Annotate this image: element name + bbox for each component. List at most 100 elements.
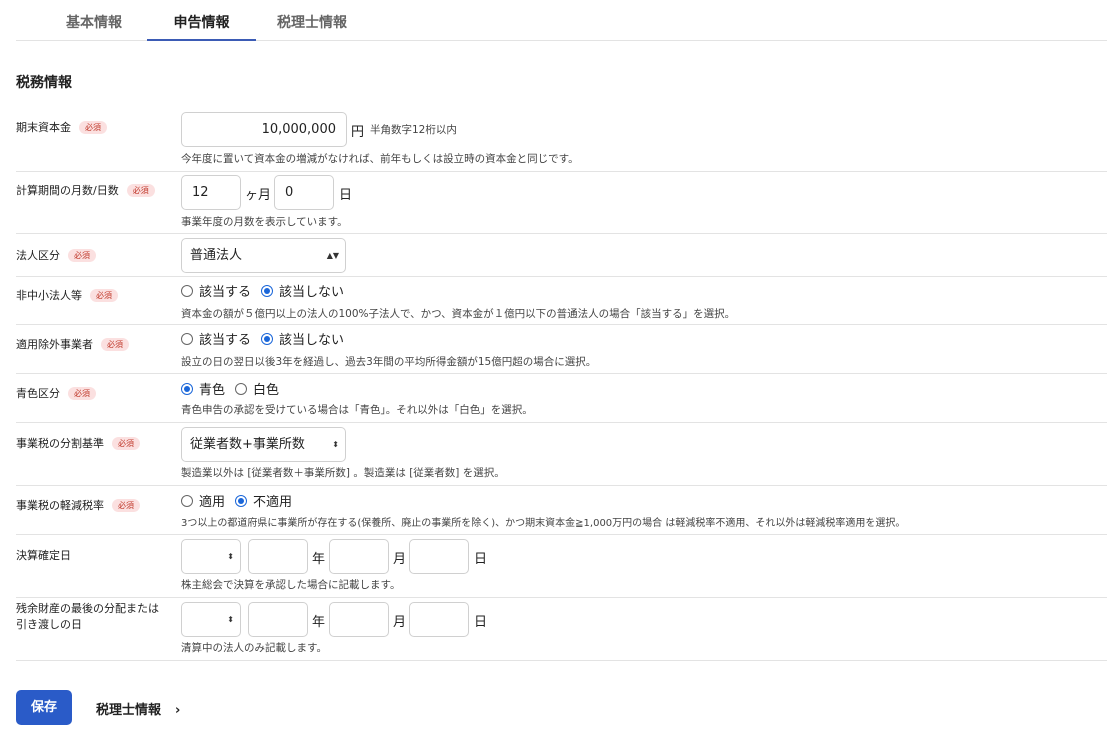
required-badge: 必須: [90, 289, 118, 302]
year-unit: 年: [312, 615, 326, 630]
option-label: 該当しない: [279, 285, 345, 300]
day-unit: 日: [474, 552, 488, 567]
row-non-sme: 非中小法人等 必須 該当する 該当しない 資本金の額が５億円以上の法人の100%子…: [16, 277, 1107, 325]
non-sme-help: 資本金の額が５億円以上の法人の100%子法人で、かつ、資本金が１億円以下の普通法…: [181, 308, 736, 320]
next-tab-label: 税理士情報: [96, 703, 162, 718]
day-unit: 日: [474, 615, 488, 630]
split-basis-select[interactable]: 従業者数+事業所数 ⬍: [181, 427, 346, 462]
reduced-rate-option-apply[interactable]: 適用: [181, 491, 225, 510]
blue-option-blue[interactable]: 青色: [181, 379, 225, 398]
radio-checked-icon: [181, 383, 193, 395]
next-tab-link[interactable]: 税理士情報 ›: [96, 699, 180, 718]
exempt-help: 設立の日の翌日以後3年を経過し、過去3年間の平均所得金額が15億円超の場合に選択…: [181, 356, 597, 368]
split-basis-help: 製造業以外は [従業者数＋事業所数] 。製造業は [従業者数] を選択。: [181, 467, 505, 479]
required-badge: 必須: [68, 387, 96, 400]
radio-checked-icon: [261, 285, 273, 297]
capital-help: 今年度に置いて資本金の増減がなければ、前年もしくは設立時の資本金と同じです。: [181, 153, 579, 165]
settlement-year-input[interactable]: [248, 539, 308, 574]
capital-unit: 円: [351, 125, 365, 140]
months-unit: ヶ月: [245, 188, 272, 203]
capital-input[interactable]: 10,000,000: [181, 112, 347, 147]
reduced-rate-label: 事業税の軽減税率: [16, 499, 104, 512]
capital-note: 半角数字12桁以内: [370, 124, 457, 136]
exempt-label: 適用除外事業者: [16, 338, 93, 351]
reduced-rate-help: 3つ以上の都道府県に事業所が存在する(保養所、廃止の事業所を除く)、かつ期末資本…: [181, 518, 906, 529]
row-exempt: 適用除外事業者 必須 該当する 該当しない 設立の日の翌日以後3年を経過し、過去3…: [16, 325, 1107, 374]
settlement-day-input[interactable]: [409, 539, 469, 574]
row-distribution-date: 残余財産の最後の分配または 引き渡しの日 ⬍ 年 月 日 清算中の法人のみ記載し…: [16, 598, 1107, 661]
days-input[interactable]: 0: [274, 175, 334, 210]
exempt-option-applicable[interactable]: 該当する: [181, 329, 251, 348]
required-badge: 必須: [68, 249, 96, 262]
distribution-date-label-line2: 引き渡しの日: [16, 618, 82, 631]
split-basis-label: 事業税の分割基準: [16, 437, 104, 450]
non-sme-option-applicable[interactable]: 該当する: [181, 281, 251, 300]
tab-basic-info[interactable]: 基本情報: [46, 0, 142, 41]
settlement-month-input[interactable]: [329, 539, 389, 574]
tab-bar: 基本情報 申告情報 税理士情報: [16, 0, 1107, 41]
settlement-era-select[interactable]: ⬍: [181, 539, 241, 574]
distribution-era-select[interactable]: ⬍: [181, 602, 241, 637]
corp-type-label: 法人区分: [16, 249, 60, 262]
month-unit: 月: [393, 615, 407, 630]
period-label: 計算期間の月数/日数: [16, 184, 119, 197]
option-label: 青色: [199, 383, 226, 398]
distribution-date-help: 清算中の法人のみ記載します。: [181, 642, 327, 654]
tab-tax-accountant-info[interactable]: 税理士情報: [264, 0, 360, 41]
distribution-month-input[interactable]: [329, 602, 389, 637]
save-button[interactable]: 保存: [16, 690, 72, 725]
option-label: 該当しない: [279, 333, 345, 348]
updown-arrow-icon: ⬍: [227, 615, 234, 624]
section-title: 税務情報: [16, 75, 72, 91]
row-split-basis: 事業税の分割基準 必須 従業者数+事業所数 ⬍ 製造業以外は [従業者数＋事業所数…: [16, 423, 1107, 486]
settlement-date-label: 決算確定日: [16, 549, 71, 562]
distribution-date-label-line1: 残余財産の最後の分配または: [16, 602, 159, 615]
row-blue: 青色区分 必須 青色 白色 青色申告の承認を受けている場合は「青色」。それ以外は「…: [16, 374, 1107, 423]
blue-option-white[interactable]: 白色: [235, 379, 279, 398]
required-badge: 必須: [126, 184, 155, 197]
radio-unchecked-icon: [181, 333, 193, 345]
row-period: 計算期間の月数/日数 必須 12 ヶ月 0 日 事業年度の月数を表示しています。: [16, 172, 1107, 234]
row-capital: 期末資本金 必須 10,000,000 円 半角数字12桁以内 今年度に置いて資本…: [16, 106, 1107, 172]
radio-checked-icon: [235, 495, 247, 507]
tab-filing-info[interactable]: 申告情報: [147, 0, 256, 41]
updown-arrow-icon: ⬍: [332, 440, 339, 449]
months-input[interactable]: 12: [181, 175, 241, 210]
distribution-day-input[interactable]: [409, 602, 469, 637]
period-help: 事業年度の月数を表示しています。: [181, 216, 348, 228]
corp-type-select[interactable]: 普通法人 ▲▼: [181, 238, 346, 273]
option-label: 適用: [199, 495, 226, 510]
corp-type-value: 普通法人: [190, 248, 243, 263]
row-corp-type: 法人区分 必須 普通法人 ▲▼: [16, 234, 1107, 277]
updown-arrow-icon: ⬍: [227, 552, 234, 561]
radio-unchecked-icon: [181, 285, 193, 297]
row-reduced-rate: 事業税の軽減税率 必須 適用 不適用 3つ以上の都道府県に事業所が存在する(保養所…: [16, 486, 1107, 535]
distribution-year-input[interactable]: [248, 602, 308, 637]
option-label: 該当する: [199, 285, 252, 300]
radio-unchecked-icon: [235, 383, 247, 395]
month-unit: 月: [393, 552, 407, 567]
option-label: 白色: [253, 383, 280, 398]
option-label: 不適用: [253, 495, 293, 510]
non-sme-option-not-applicable[interactable]: 該当しない: [261, 281, 344, 300]
reduced-rate-option-not-apply[interactable]: 不適用: [235, 491, 292, 510]
settlement-date-help: 株主総会で決算を承認した場合に記載します。: [181, 579, 401, 591]
updown-arrow-icon: ▲▼: [326, 251, 339, 260]
split-basis-value: 従業者数+事業所数: [190, 437, 305, 452]
required-badge: 必須: [79, 121, 107, 134]
radio-unchecked-icon: [181, 495, 193, 507]
distribution-date-label: 残余財産の最後の分配または 引き渡しの日: [16, 601, 159, 633]
required-badge: 必須: [112, 499, 140, 512]
required-badge: 必須: [112, 437, 140, 450]
radio-checked-icon: [261, 333, 273, 345]
option-label: 該当する: [199, 333, 252, 348]
blue-help: 青色申告の承認を受けている場合は「青色」。それ以外は「白色」を選択。: [181, 404, 533, 416]
row-settlement-date: 決算確定日 ⬍ 年 月 日 株主総会で決算を承認した場合に記載します。: [16, 535, 1107, 598]
required-badge: 必須: [101, 338, 129, 351]
days-unit: 日: [339, 188, 353, 203]
exempt-option-not-applicable[interactable]: 該当しない: [261, 329, 344, 348]
year-unit: 年: [312, 552, 326, 567]
non-sme-label: 非中小法人等: [16, 289, 82, 302]
blue-label: 青色区分: [16, 387, 60, 400]
capital-label: 期末資本金: [16, 121, 71, 134]
